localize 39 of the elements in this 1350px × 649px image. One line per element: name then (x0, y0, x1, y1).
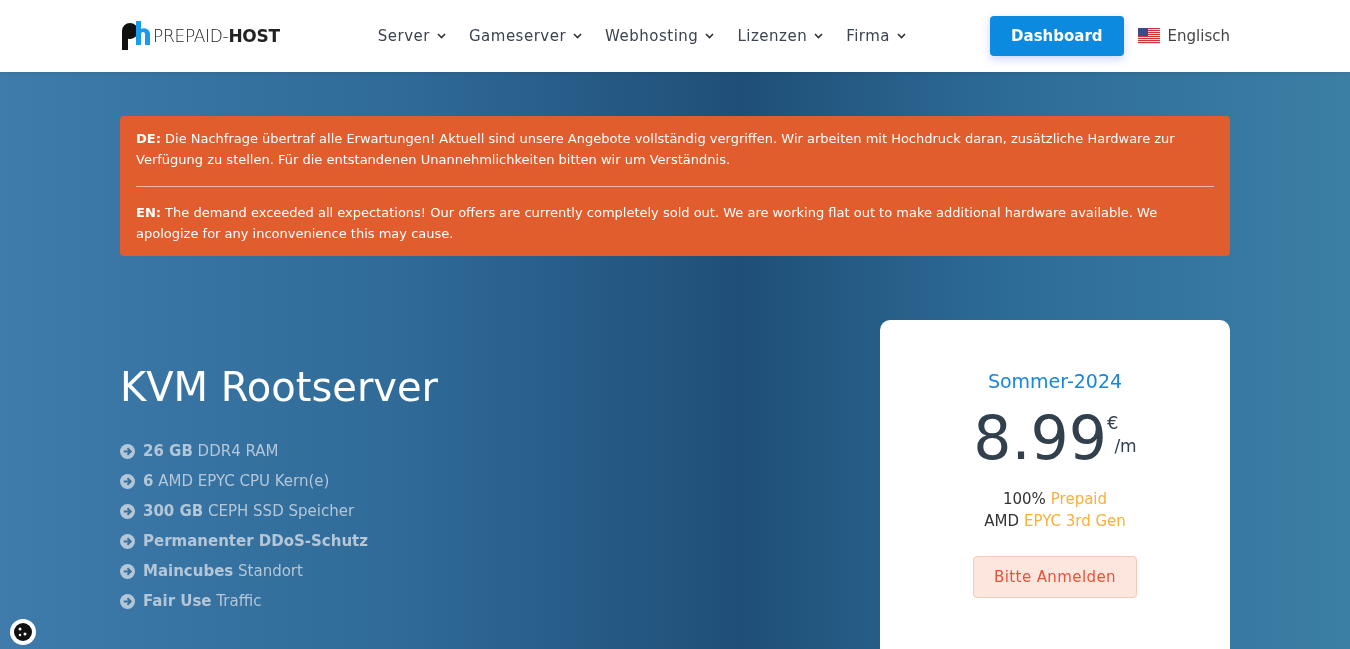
chevron-down-icon (814, 33, 824, 39)
arrow-circle-icon (120, 503, 135, 519)
feature-text: 300 GB CEPH SSD Speicher (143, 502, 355, 520)
nav-menu-item[interactable]: Firma (846, 27, 907, 45)
spec-label: 100% (1002, 490, 1046, 508)
price-value: 8.99 (973, 406, 1107, 470)
nav-menu-item[interactable]: Webhosting (605, 27, 715, 45)
nav-menu-item[interactable]: Server (377, 27, 446, 45)
arrow-circle-icon (120, 473, 135, 489)
chevron-down-icon (573, 33, 583, 39)
currency-symbol: € (1106, 412, 1119, 433)
promo-label: Sommer-2024 (987, 370, 1123, 392)
chevron-down-icon (705, 33, 715, 39)
arrow-circle-icon (120, 533, 135, 549)
logo-text: PREPAID-HOST (153, 26, 280, 46)
feature-text: Permanenter DDoS-Schutz (143, 532, 368, 550)
dashboard-button[interactable]: Dashboard (990, 16, 1124, 56)
feature-text: Maincubes Standort (143, 562, 303, 580)
alert-text: EN: The demand exceeded all expectations! Our offers are currently completely sold out. We are working flat out to make additional hardware available. We apologize for any inconvenience this may cause. (136, 204, 1159, 243)
arrow-circle-icon (120, 593, 135, 609)
spec-label: AMD (984, 512, 1019, 530)
arrow-circle-icon (120, 563, 135, 579)
nav-menu-item[interactable]: Gameserver (468, 27, 583, 45)
feature-text: 6 AMD EPYC CPU Kern(e) (143, 472, 330, 490)
arrow-circle-icon (120, 443, 135, 459)
spec-highlight: Prepaid (1050, 490, 1108, 508)
cookie-settings-icon[interactable] (10, 619, 36, 645)
feature-text: Fair Use Traffic (143, 592, 262, 610)
alert-text: DE: Die Nachfrage übertraf alle Erwartungen! Aktuell sind unsere Angebote vollständig vergriffen. Wir arbeiten mit Hochdruck daran, zusätzliche Hardware zur Verfügung zu stellen. Für die entstandenen Unannehmlichkeiten bitten wir um Verständnis. (136, 130, 1176, 169)
language-link[interactable]: Englisch (1167, 27, 1230, 45)
flag-icon (1137, 28, 1160, 44)
spec-highlight: EPYC 3rd Gen (1023, 512, 1126, 530)
nav-menu-item[interactable]: Lizenzen (737, 27, 824, 45)
page-title: KVM Rootserver (120, 364, 439, 410)
logo-icon (120, 21, 150, 51)
billing-period: /m (1114, 436, 1137, 456)
feature-text: 26 GB DDR4 RAM (143, 442, 279, 460)
chevron-down-icon (897, 33, 907, 39)
chevron-down-icon (436, 33, 446, 39)
